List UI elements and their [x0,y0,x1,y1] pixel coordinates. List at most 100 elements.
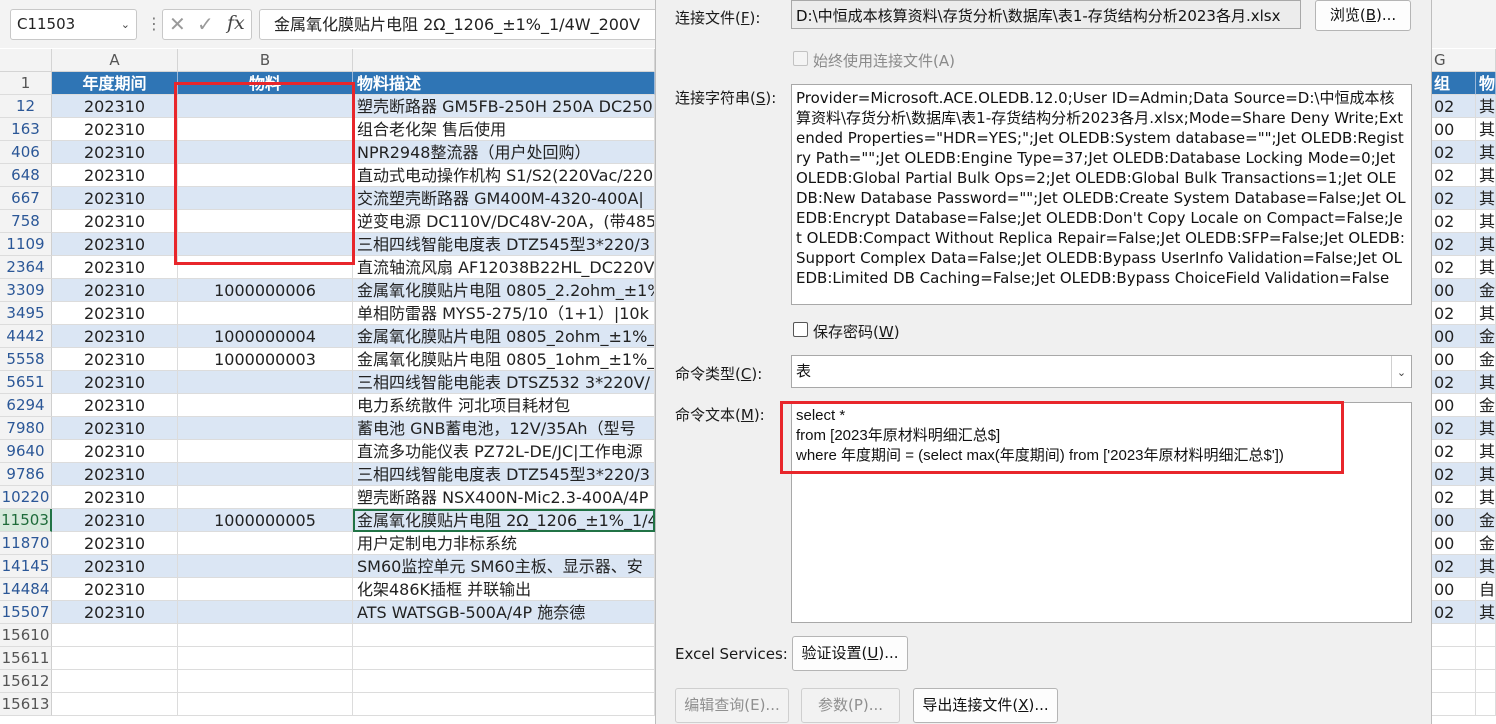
cell-right[interactable]: 00 [1432,118,1476,141]
cell-right[interactable]: 00 [1432,509,1476,532]
cell-description[interactable]: 交流塑壳断路器 GM400M-4320-400A| [353,187,655,210]
cell-material[interactable] [178,371,353,394]
cell-description[interactable]: 用户定制电力非标系统 [353,532,655,555]
cell-right[interactable]: 02 [1432,210,1476,233]
row-header[interactable]: 406 [0,141,52,164]
cell-right[interactable]: 00 [1432,578,1476,601]
empty-cell[interactable] [178,624,353,647]
cell-description[interactable]: 单相防雷器 MYS5-275/10（1+1）|10k [353,302,655,325]
cell-right[interactable]: 02 [1432,256,1476,279]
empty-cell[interactable] [178,647,353,670]
cell-far-right[interactable]: 其 [1476,210,1496,233]
cell-far-right[interactable]: 其 [1476,233,1496,256]
empty-cell[interactable] [1432,647,1476,670]
empty-cell[interactable] [52,670,178,693]
cell-description[interactable]: 蓄电池 GNB蓄电池，12V/35Ah（型号 [353,417,655,440]
row-header[interactable]: 15612 [0,670,52,693]
cell-description[interactable]: 塑壳断路器 NSX400N-Mic2.3-400A/4P [353,486,655,509]
cell-period[interactable]: 202310 [52,371,178,394]
empty-cell[interactable] [1476,647,1496,670]
cell-description[interactable]: SM60监控单元 SM60主板、显示器、安 [353,555,655,578]
cell-right[interactable]: 00 [1432,325,1476,348]
cell-right[interactable]: 02 [1432,95,1476,118]
cell-right[interactable]: 00 [1432,394,1476,417]
cell-far-right[interactable]: 其 [1476,417,1496,440]
cell-period[interactable]: 202310 [52,302,178,325]
row-header[interactable]: 667 [0,187,52,210]
cell-description[interactable]: 三相四线智能电度表 DTZ545型3*220/3 [353,233,655,256]
cell-far-right[interactable]: 其 [1476,486,1496,509]
cell-right[interactable]: 02 [1432,440,1476,463]
chevron-down-icon[interactable]: ⌄ [1391,356,1411,387]
cell-material[interactable] [178,578,353,601]
cell-description[interactable]: 金属氧化膜贴片电阻 0805_1ohm_±1%_ [353,348,655,371]
row-header[interactable]: 2364 [0,256,52,279]
formula-input[interactable]: 金属氧化膜贴片电阻 2Ω_1206_±1%_1/4W_200V [259,9,679,40]
cell-material[interactable]: 1000000003 [178,348,353,371]
export-connection-button[interactable]: 导出连接文件(X)... [913,688,1058,723]
cell-right[interactable]: 02 [1432,463,1476,486]
cell-period[interactable]: 202310 [52,233,178,256]
edit-query-button[interactable]: 编辑查询(E)... [675,688,789,723]
row-header[interactable]: 163 [0,118,52,141]
cell-right[interactable]: 02 [1432,486,1476,509]
cell-description[interactable]: 逆变电源 DC110V/DC48V-20A，(带485 [353,210,655,233]
cell-material[interactable]: 1000000005 [178,509,353,532]
browse-button[interactable]: 浏览(B)... [1315,0,1411,31]
empty-cell[interactable] [353,624,655,647]
cell-far-right[interactable]: 其 [1476,141,1496,164]
cmd-type-select[interactable]: 表 ⌄ [791,355,1412,388]
insert-function-icon[interactable]: fx [227,12,245,34]
cell-far-right[interactable]: 其 [1476,164,1496,187]
cell-description[interactable]: 组合老化架 售后使用 [353,118,655,141]
cell-right[interactable]: 00 [1432,348,1476,371]
cell-description[interactable]: NPR2948整流器（用户处回购） [353,141,655,164]
cell-far-right[interactable]: 自 [1476,578,1496,601]
cell-description[interactable]: 直流轴流风扇 AF12038B22HL_DC220V_ [353,256,655,279]
cell-description[interactable]: 直动式电动操作机构 S1/S2(220Vac/220 [353,164,655,187]
header-period[interactable]: 年度期间 [52,72,178,95]
conn-file-field[interactable]: D:\中恒成本核算资料\存货分析\数据库\表1-存货结构分析2023各月.xls… [791,0,1301,29]
empty-cell[interactable] [1476,670,1496,693]
cell-far-right[interactable]: 金 [1476,532,1496,555]
header-right-col[interactable]: 组 [1432,72,1476,95]
empty-cell[interactable] [52,647,178,670]
cell-right[interactable]: 02 [1432,187,1476,210]
cell-material[interactable] [178,601,353,624]
cell-period[interactable]: 202310 [52,509,178,532]
cell-right[interactable]: 00 [1432,532,1476,555]
cell-description[interactable]: 化架486K插框 并联输出 [353,578,655,601]
cell-period[interactable]: 202310 [52,95,178,118]
header-description[interactable]: 物料描述 [353,72,655,95]
row-header[interactable]: 3309 [0,279,52,302]
conn-string-textarea[interactable]: Provider=Microsoft.ACE.OLEDB.12.0;User I… [791,84,1412,305]
empty-cell[interactable] [353,693,655,716]
cancel-icon[interactable]: ✕ [169,12,186,36]
cell-material[interactable] [178,417,353,440]
row-header[interactable]: 14145 [0,555,52,578]
row-header[interactable]: 1 [0,72,52,95]
cell-description[interactable]: ATS WATSGB-500A/4P 施奈德 [353,601,655,624]
row-header[interactable]: 11870 [0,532,52,555]
cell-material[interactable]: 1000000006 [178,279,353,302]
empty-cell[interactable] [1432,624,1476,647]
cell-period[interactable]: 202310 [52,187,178,210]
cell-period[interactable]: 202310 [52,348,178,371]
cell-right[interactable]: 02 [1432,417,1476,440]
cell-description[interactable]: 直流多功能仪表 PZ72L-DE/JC|工作电源 [353,440,655,463]
cell-description[interactable]: 金属氧化膜贴片电阻 0805_2.2ohm_±1% [353,279,655,302]
cell-period[interactable]: 202310 [52,578,178,601]
row-header[interactable]: 9786 [0,463,52,486]
empty-cell[interactable] [178,693,353,716]
parameters-button[interactable]: 参数(P)... [801,688,900,723]
cell-period[interactable]: 202310 [52,463,178,486]
cell-description[interactable]: 三相四线智能电能表 DTSZ532 3*220V/ [353,371,655,394]
cell-far-right[interactable]: 其 [1476,95,1496,118]
cell-description[interactable]: 三相四线智能电度表 DTZ545型3*220/3 [353,463,655,486]
row-header[interactable]: 11503 [0,509,52,532]
cell-far-right[interactable]: 金 [1476,325,1496,348]
empty-cell[interactable] [178,670,353,693]
cell-period[interactable]: 202310 [52,279,178,302]
check-icon[interactable]: ✓ [197,12,214,36]
empty-cell[interactable] [353,670,655,693]
